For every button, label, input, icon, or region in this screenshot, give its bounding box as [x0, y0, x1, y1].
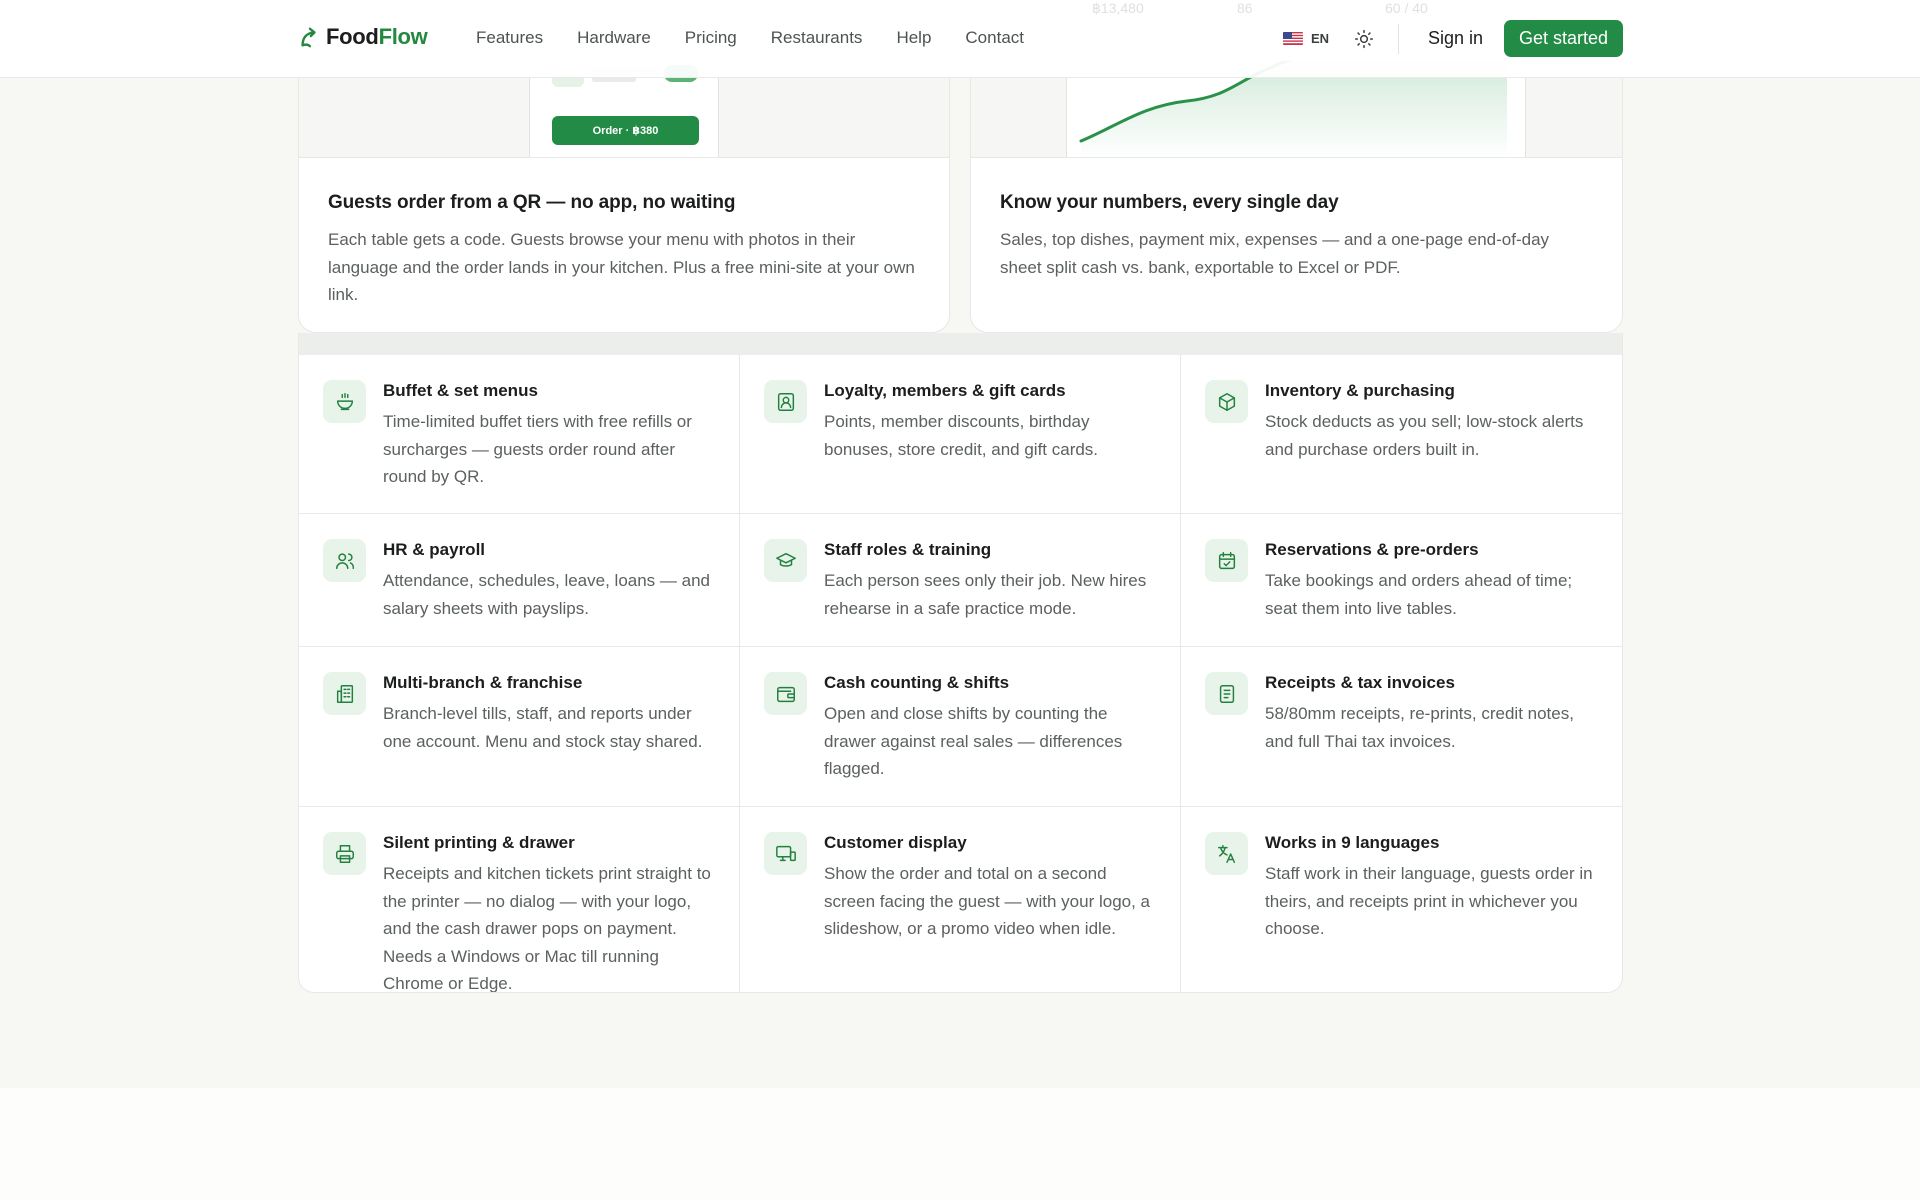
- get-started-button[interactable]: Get started: [1504, 20, 1623, 57]
- buildings-icon: [323, 672, 366, 715]
- card-title: Know your numbers, every single day: [1000, 192, 1339, 213]
- qr-ordering-card: Order · ฿380 Guests order from a QR — no…: [298, 60, 950, 333]
- nav-link-features[interactable]: Features: [476, 28, 543, 48]
- feature-title: HR & payroll: [383, 540, 486, 559]
- nav-link-restaurants[interactable]: Restaurants: [771, 28, 863, 48]
- scrolled-stat: ฿13,480: [1092, 0, 1144, 16]
- feature-title: Reservations & pre-orders: [1265, 540, 1479, 559]
- feature-description: Branch-level tills, staff, and reports u…: [383, 704, 703, 751]
- feature-description: Time-limited buffet tiers with free refi…: [383, 412, 692, 486]
- feature-description: Stock deducts as you sell; low-stock ale…: [1265, 412, 1584, 459]
- feature-staff-roles: Staff roles & training Each person sees o…: [740, 514, 1181, 647]
- theme-toggle-button[interactable]: [1354, 29, 1374, 49]
- feature-description: Attendance, schedules, leave, loans — an…: [383, 571, 710, 618]
- feature-grid: Buffet & set menus Time-limited buffet ti…: [298, 333, 1623, 993]
- box-icon: [1205, 380, 1248, 423]
- feature-description: Take bookings and orders ahead of time; …: [1265, 571, 1573, 618]
- nav-link-pricing[interactable]: Pricing: [685, 28, 737, 48]
- feature-description: Open and close shifts by counting the dr…: [824, 704, 1123, 778]
- brand-name: FoodFlow: [326, 24, 428, 49]
- nav-link-contact[interactable]: Contact: [965, 28, 1024, 48]
- brand-logo[interactable]: FoodFlow: [298, 24, 428, 50]
- feature-title: Buffet & set menus: [383, 381, 538, 400]
- feature-title: Silent printing & drawer: [383, 833, 575, 852]
- feature-loyalty: Loyalty, members & gift cards Points, mem…: [740, 355, 1181, 514]
- highlight-cards: Order · ฿380 Guests order from a QR — no…: [298, 60, 1623, 333]
- feature-description: Each person sees only their job. New hir…: [824, 571, 1147, 618]
- sun-icon: [1354, 29, 1374, 49]
- us-flag-icon: [1283, 32, 1303, 45]
- feature-title: Inventory & purchasing: [1265, 381, 1455, 400]
- feature-multi-branch: Multi-branch & franchise Branch-level til…: [299, 647, 740, 807]
- feature-title: Loyalty, members & gift cards: [824, 381, 1066, 400]
- feature-title: Works in 9 languages: [1265, 833, 1440, 852]
- card-description: Each table gets a code. Guests browse yo…: [328, 230, 915, 304]
- feature-reservations: Reservations & pre-orders Take bookings a…: [1181, 514, 1622, 647]
- printer-icon: [323, 832, 366, 875]
- translate-icon: [1205, 832, 1248, 875]
- feature-title: Customer display: [824, 833, 967, 852]
- feature-cash-counting: Cash counting & shifts Open and close shi…: [740, 647, 1181, 807]
- feature-receipts: Receipts & tax invoices 58/80mm receipts,…: [1181, 647, 1622, 807]
- nav-link-hardware[interactable]: Hardware: [577, 28, 651, 48]
- scrolled-stat: 86: [1237, 0, 1253, 16]
- nav-divider: [1398, 24, 1399, 54]
- mock-order-button: Order · ฿380: [552, 116, 699, 145]
- feature-inventory: Inventory & purchasing Stock deducts as y…: [1181, 355, 1622, 514]
- feature-languages: Works in 9 languages Staff work in their …: [1181, 807, 1622, 992]
- feature-buffet: Buffet & set menus Time-limited buffet ti…: [299, 355, 740, 514]
- main-nav-links: Features Hardware Pricing Restaurants He…: [476, 28, 1058, 48]
- sign-in-link[interactable]: Sign in: [1428, 28, 1483, 49]
- calendar-check-icon: [1205, 539, 1248, 582]
- feature-description: Receipts and kitchen tickets print strai…: [383, 864, 711, 993]
- feature-description: Points, member discounts, birthday bonus…: [824, 412, 1099, 459]
- grid-divider-strip: [299, 333, 1622, 355]
- reports-card: Know your numbers, every single day Sale…: [970, 60, 1623, 333]
- nav-link-help[interactable]: Help: [896, 28, 931, 48]
- feature-title: Cash counting & shifts: [824, 673, 1010, 692]
- leaf-arrow-icon: [301, 27, 316, 48]
- feature-title: Receipts & tax invoices: [1265, 673, 1455, 692]
- feature-description: 58/80mm receipts, re-prints, credit note…: [1265, 704, 1574, 751]
- page-footer-area: [0, 1088, 1920, 1200]
- member-card-icon: [764, 380, 807, 423]
- monitor-display-icon: [764, 832, 807, 875]
- feature-silent-printing: Silent printing & drawer Receipts and kit…: [299, 807, 740, 993]
- graduation-cap-icon: [764, 539, 807, 582]
- wallet-icon: [764, 672, 807, 715]
- scrolled-stat: 60 / 40: [1385, 0, 1428, 16]
- feature-title: Multi-branch & franchise: [383, 673, 583, 692]
- language-code: EN: [1311, 31, 1330, 46]
- feature-description: Show the order and total on a second scr…: [824, 864, 1151, 938]
- bowl-icon: [323, 380, 366, 423]
- language-selector[interactable]: EN: [1283, 31, 1329, 46]
- users-icon: [323, 539, 366, 582]
- feature-hr-payroll: HR & payroll Attendance, schedules, leave…: [299, 514, 740, 647]
- feature-description: Staff work in their language, guests ord…: [1265, 864, 1593, 938]
- receipt-icon: [1205, 672, 1248, 715]
- top-navigation: ฿13,480 86 60 / 40 FoodFlow Features Har…: [0, 0, 1920, 78]
- card-description: Sales, top dishes, payment mix, expenses…: [1000, 230, 1550, 277]
- feature-title: Staff roles & training: [824, 540, 992, 559]
- feature-customer-display: Customer display Show the order and total…: [740, 807, 1181, 992]
- card-title: Guests order from a QR — no app, no wait…: [328, 192, 736, 213]
